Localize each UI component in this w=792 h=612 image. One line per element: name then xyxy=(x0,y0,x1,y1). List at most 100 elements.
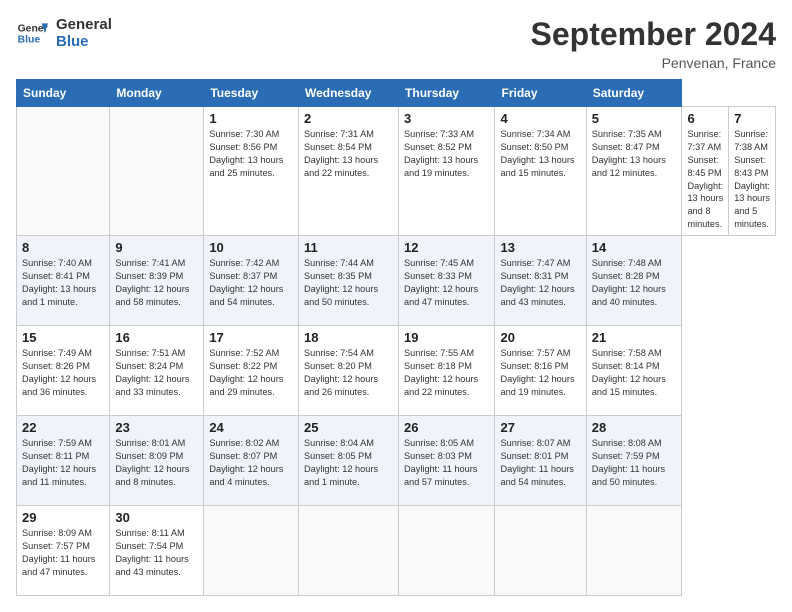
column-header-friday: Friday xyxy=(495,80,586,107)
day-number: 9 xyxy=(115,240,198,255)
calendar-cell: 8 Sunrise: 7:40 AMSunset: 8:41 PMDaylight… xyxy=(17,236,110,326)
day-detail: Sunrise: 7:31 AMSunset: 8:54 PMDaylight:… xyxy=(304,128,393,180)
day-detail: Sunrise: 7:51 AMSunset: 8:24 PMDaylight:… xyxy=(115,347,198,399)
day-number: 5 xyxy=(592,111,677,126)
column-header-saturday: Saturday xyxy=(586,80,682,107)
day-number: 28 xyxy=(592,420,677,435)
day-detail: Sunrise: 8:04 AMSunset: 8:05 PMDaylight:… xyxy=(304,437,393,489)
day-number: 13 xyxy=(500,240,580,255)
day-detail: Sunrise: 7:42 AMSunset: 8:37 PMDaylight:… xyxy=(209,257,293,309)
day-detail: Sunrise: 7:59 AMSunset: 8:11 PMDaylight:… xyxy=(22,437,104,489)
day-detail: Sunrise: 7:41 AMSunset: 8:39 PMDaylight:… xyxy=(115,257,198,309)
day-detail: Sunrise: 8:02 AMSunset: 8:07 PMDaylight:… xyxy=(209,437,293,489)
logo-icon: General Blue xyxy=(16,17,48,49)
day-detail: Sunrise: 8:07 AMSunset: 8:01 PMDaylight:… xyxy=(500,437,580,489)
day-detail: Sunrise: 7:55 AMSunset: 8:18 PMDaylight:… xyxy=(404,347,489,399)
day-number: 21 xyxy=(592,330,677,345)
calendar-cell xyxy=(204,506,299,596)
calendar-cell xyxy=(298,506,398,596)
calendar-table: SundayMondayTuesdayWednesdayThursdayFrid… xyxy=(16,79,776,596)
calendar-cell: 7Sunrise: 7:38 AMSunset: 8:43 PMDaylight… xyxy=(729,107,776,236)
day-number: 20 xyxy=(500,330,580,345)
day-detail: Sunrise: 8:05 AMSunset: 8:03 PMDaylight:… xyxy=(404,437,489,489)
calendar-cell: 5 Sunrise: 7:35 AMSunset: 8:47 PMDaylight… xyxy=(586,107,682,236)
location: Penvenan, France xyxy=(531,55,776,71)
calendar-cell: 1 Sunrise: 7:30 AMSunset: 8:56 PMDaylight… xyxy=(204,107,299,236)
calendar-cell: 2 Sunrise: 7:31 AMSunset: 8:54 PMDaylight… xyxy=(298,107,398,236)
day-detail: Sunrise: 7:40 AMSunset: 8:41 PMDaylight:… xyxy=(22,257,104,309)
day-number: 2 xyxy=(304,111,393,126)
title-block: September 2024 Penvenan, France xyxy=(531,16,776,71)
day-number: 30 xyxy=(115,510,198,525)
day-number: 14 xyxy=(592,240,677,255)
calendar-cell: 14 Sunrise: 7:48 AMSunset: 8:28 PMDayligh… xyxy=(586,236,682,326)
day-detail: Sunrise: 7:45 AMSunset: 8:33 PMDaylight:… xyxy=(404,257,489,309)
calendar-cell: 11Sunrise: 7:44 AMSunset: 8:35 PMDayligh… xyxy=(298,236,398,326)
column-header-thursday: Thursday xyxy=(399,80,495,107)
column-header-sunday: Sunday xyxy=(17,80,110,107)
day-number: 8 xyxy=(22,240,104,255)
calendar-cell: 23 Sunrise: 8:01 AMSunset: 8:09 PMDayligh… xyxy=(110,416,204,506)
day-detail: Sunrise: 7:37 AMSunset: 8:45 PMDaylight:… xyxy=(687,128,723,231)
day-detail: Sunrise: 7:35 AMSunset: 8:47 PMDaylight:… xyxy=(592,128,677,180)
day-number: 10 xyxy=(209,240,293,255)
day-detail: Sunrise: 7:54 AMSunset: 8:20 PMDaylight:… xyxy=(304,347,393,399)
day-number: 26 xyxy=(404,420,489,435)
day-detail: Sunrise: 7:47 AMSunset: 8:31 PMDaylight:… xyxy=(500,257,580,309)
calendar-cell: 26 Sunrise: 8:05 AMSunset: 8:03 PMDayligh… xyxy=(399,416,495,506)
day-number: 24 xyxy=(209,420,293,435)
column-header-monday: Monday xyxy=(110,80,204,107)
calendar-cell: 28 Sunrise: 8:08 AMSunset: 7:59 PMDayligh… xyxy=(586,416,682,506)
day-number: 19 xyxy=(404,330,489,345)
day-number: 7 xyxy=(734,111,770,126)
day-detail: Sunrise: 7:48 AMSunset: 8:28 PMDaylight:… xyxy=(592,257,677,309)
day-number: 29 xyxy=(22,510,104,525)
day-number: 22 xyxy=(22,420,104,435)
day-number: 27 xyxy=(500,420,580,435)
day-number: 16 xyxy=(115,330,198,345)
day-number: 12 xyxy=(404,240,489,255)
day-detail: Sunrise: 7:49 AMSunset: 8:26 PMDaylight:… xyxy=(22,347,104,399)
day-number: 23 xyxy=(115,420,198,435)
day-number: 4 xyxy=(500,111,580,126)
month-title: September 2024 xyxy=(531,16,776,53)
calendar-cell: 30 Sunrise: 8:11 AMSunset: 7:54 PMDayligh… xyxy=(110,506,204,596)
day-detail: Sunrise: 7:30 AMSunset: 8:56 PMDaylight:… xyxy=(209,128,293,180)
day-number: 15 xyxy=(22,330,104,345)
day-detail: Sunrise: 8:01 AMSunset: 8:09 PMDaylight:… xyxy=(115,437,198,489)
day-number: 11 xyxy=(304,240,393,255)
calendar-cell xyxy=(495,506,586,596)
day-detail: Sunrise: 8:11 AMSunset: 7:54 PMDaylight:… xyxy=(115,527,198,579)
day-number: 6 xyxy=(687,111,723,126)
day-number: 18 xyxy=(304,330,393,345)
day-number: 3 xyxy=(404,111,489,126)
svg-text:Blue: Blue xyxy=(18,35,41,46)
calendar-cell: 21 Sunrise: 7:58 AMSunset: 8:14 PMDayligh… xyxy=(586,326,682,416)
day-number: 17 xyxy=(209,330,293,345)
day-number: 25 xyxy=(304,420,393,435)
calendar-cell: 22 Sunrise: 7:59 AMSunset: 8:11 PMDayligh… xyxy=(17,416,110,506)
day-detail: Sunrise: 8:09 AMSunset: 7:57 PMDaylight:… xyxy=(22,527,104,579)
calendar-cell xyxy=(586,506,682,596)
calendar-cell: 4Sunrise: 7:34 AMSunset: 8:50 PMDaylight… xyxy=(495,107,586,236)
calendar-cell: 20Sunrise: 7:57 AMSunset: 8:16 PMDayligh… xyxy=(495,326,586,416)
calendar-cell: 29 Sunrise: 8:09 AMSunset: 7:57 PMDayligh… xyxy=(17,506,110,596)
calendar-cell: 10 Sunrise: 7:42 AMSunset: 8:37 PMDayligh… xyxy=(204,236,299,326)
empty-cell xyxy=(17,107,110,236)
day-number: 1 xyxy=(209,111,293,126)
day-detail: Sunrise: 7:58 AMSunset: 8:14 PMDaylight:… xyxy=(592,347,677,399)
day-detail: Sunrise: 7:52 AMSunset: 8:22 PMDaylight:… xyxy=(209,347,293,399)
day-detail: Sunrise: 7:33 AMSunset: 8:52 PMDaylight:… xyxy=(404,128,489,180)
day-detail: Sunrise: 8:08 AMSunset: 7:59 PMDaylight:… xyxy=(592,437,677,489)
calendar-cell: 13 Sunrise: 7:47 AMSunset: 8:31 PMDayligh… xyxy=(495,236,586,326)
logo: General Blue General Blue xyxy=(16,16,112,51)
page-header: General Blue General Blue September 2024… xyxy=(16,16,776,71)
column-header-tuesday: Tuesday xyxy=(204,80,299,107)
calendar-cell: 3 Sunrise: 7:33 AMSunset: 8:52 PMDaylight… xyxy=(399,107,495,236)
calendar-cell: 9 Sunrise: 7:41 AMSunset: 8:39 PMDaylight… xyxy=(110,236,204,326)
calendar-cell: 17 Sunrise: 7:52 AMSunset: 8:22 PMDayligh… xyxy=(204,326,299,416)
calendar-cell: 15 Sunrise: 7:49 AMSunset: 8:26 PMDayligh… xyxy=(17,326,110,416)
calendar-cell: 27 Sunrise: 8:07 AMSunset: 8:01 PMDayligh… xyxy=(495,416,586,506)
calendar-cell: 16 Sunrise: 7:51 AMSunset: 8:24 PMDayligh… xyxy=(110,326,204,416)
calendar-cell: 25 Sunrise: 8:04 AMSunset: 8:05 PMDayligh… xyxy=(298,416,398,506)
